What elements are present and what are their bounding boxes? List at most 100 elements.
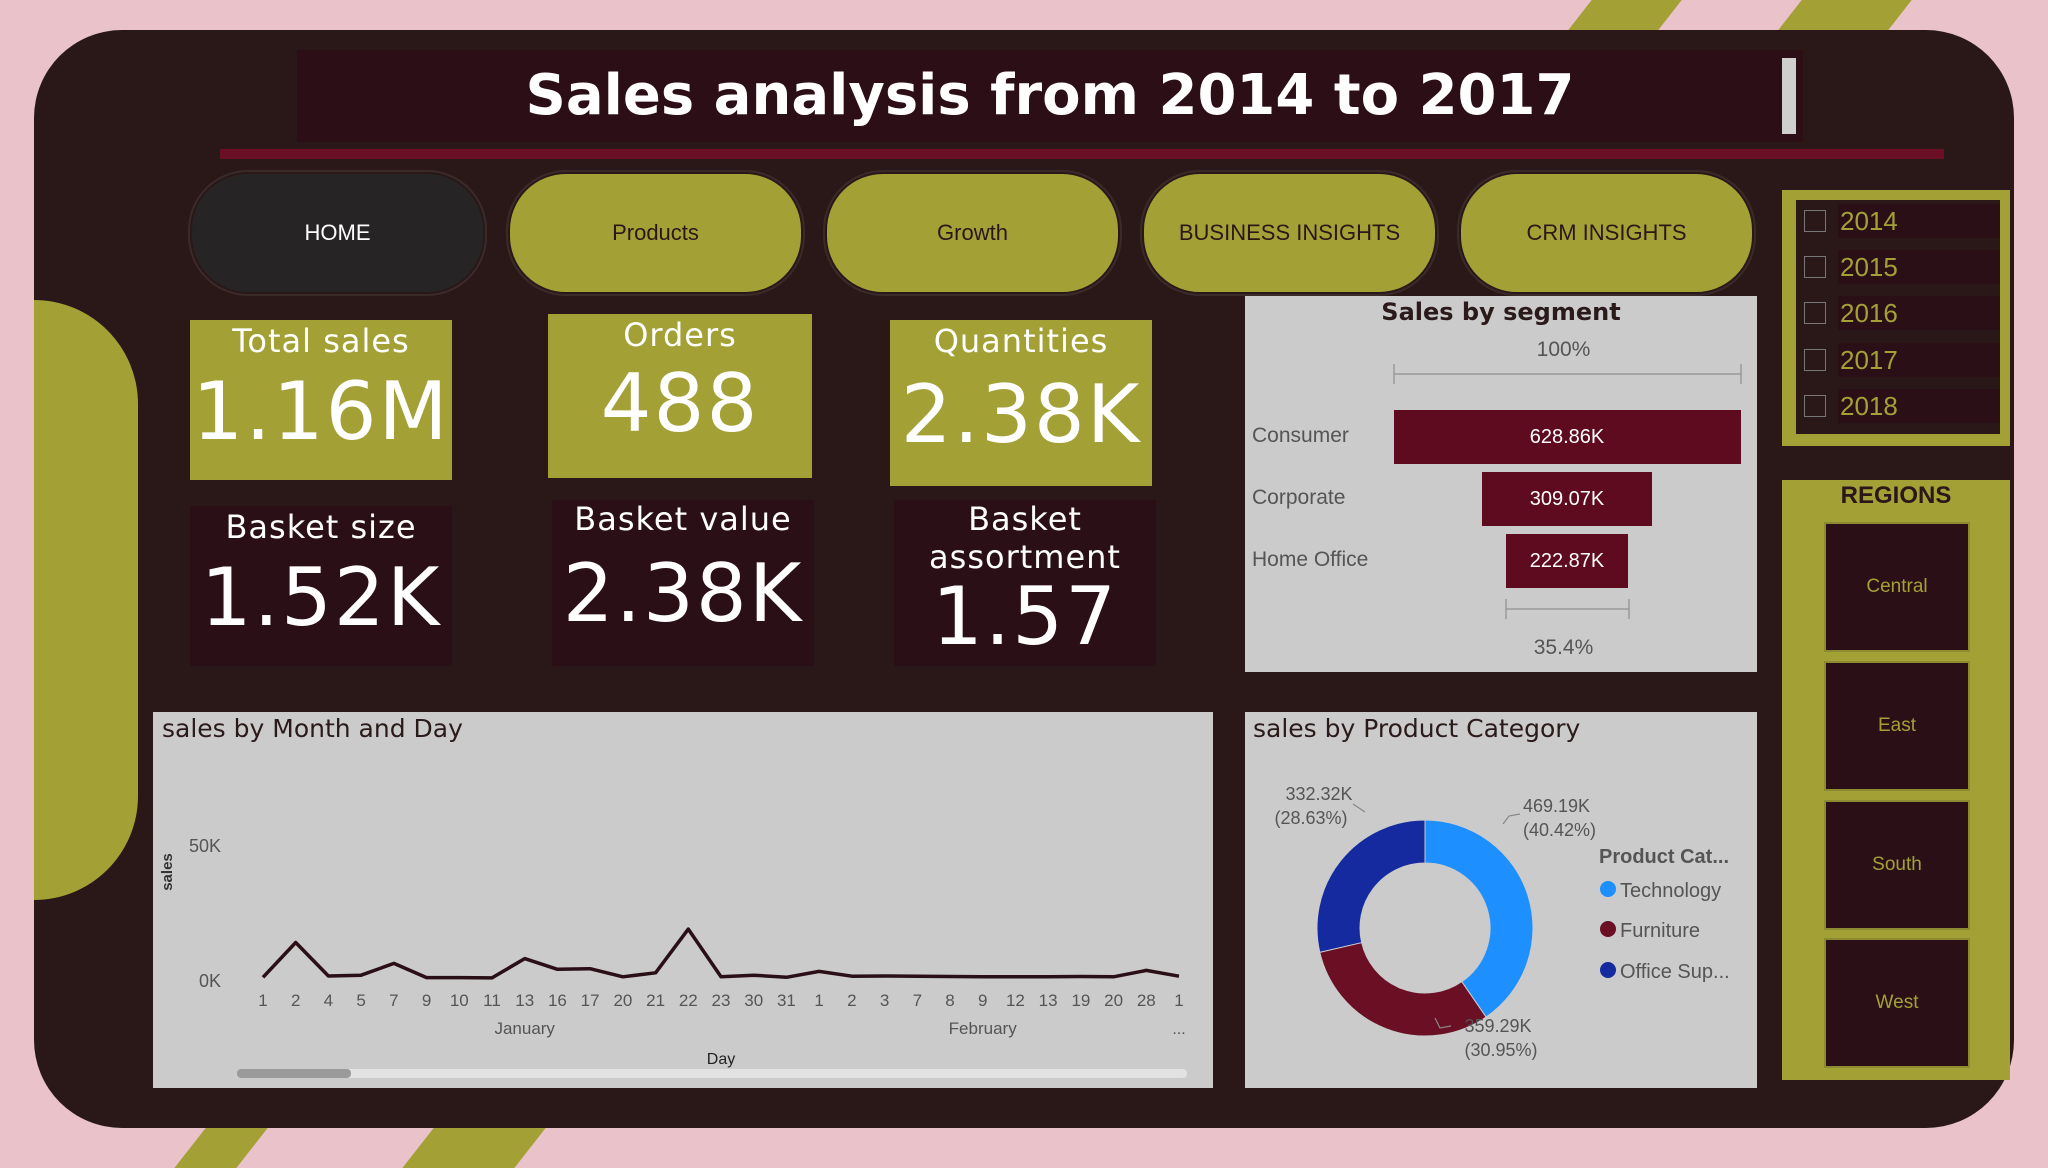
nav-business-insights-button[interactable]: BUSINESS INSIGHTS	[1142, 172, 1437, 294]
line-chart-x-tick: 7	[913, 991, 922, 1010]
region-west-button[interactable]: West	[1824, 938, 1970, 1068]
line-chart-x-tick: 2	[847, 991, 856, 1010]
year-label: 2015	[1838, 250, 2000, 284]
sales-by-segment-panel[interactable]: Sales by segment 100% Consumer Corporate…	[1245, 296, 1757, 672]
year-option-2018[interactable]: 2018	[1800, 389, 2000, 425]
year-checkbox[interactable]	[1804, 256, 1826, 278]
sales-by-product-category-panel[interactable]: sales by Product Category 332.32K (28.63…	[1245, 712, 1757, 1088]
line-chart-x-tick: 22	[679, 991, 698, 1010]
decor-side-curve	[34, 300, 138, 900]
year-label: 2016	[1838, 296, 2000, 330]
line-chart-x-tick: 21	[646, 991, 665, 1010]
line-chart-svg[interactable]: sales 50K 0K Day ... 1 2 4 5 7 9 10 11 13 16 17 20 2…	[153, 712, 1213, 1088]
donut-chart-svg[interactable]: 332.32K (28.63%) 469.19K (40.42%) 359.29…	[1245, 712, 1757, 1088]
donut-slice-office-supplies[interactable]	[1316, 819, 1426, 954]
donut-legend-office[interactable]: Office Sup...	[1620, 961, 1730, 983]
line-chart-x-tick: 13	[1039, 991, 1058, 1010]
donut-slice-furniture[interactable]	[1319, 942, 1487, 1037]
kpi-orders-card: Orders 488	[548, 314, 812, 478]
kpi-orders-label: Orders	[623, 316, 737, 354]
line-chart-x-tick: 13	[515, 991, 534, 1010]
line-chart-x-tick: 20	[613, 991, 632, 1010]
line-chart-y-axis-label: sales	[159, 853, 176, 891]
year-label: 2014	[1838, 204, 2000, 238]
line-chart-x-axis-label: Day	[707, 1051, 735, 1068]
kpi-basket-size-value: 1.52K	[200, 551, 442, 644]
line-chart-scrollbar[interactable]	[237, 1069, 351, 1078]
line-chart-x-tick: 12	[1006, 991, 1025, 1010]
line-series-sales[interactable]	[261, 927, 1180, 980]
line-chart-x-tick: 1	[258, 991, 267, 1010]
line-chart-x-tick: 8	[945, 991, 954, 1010]
kpi-basket-value-label: Basket value	[574, 500, 792, 538]
legend-dot-office	[1600, 962, 1616, 978]
decor-stripe	[1568, 0, 1682, 30]
donut-legend-title: Product Cat...	[1599, 846, 1729, 868]
segment-bar-home-office[interactable]: 222.87K	[1505, 534, 1629, 588]
line-chart-x-tick: 10	[450, 991, 469, 1010]
nav-home-button[interactable]: HOME	[190, 172, 485, 294]
donut-label-office-pct: (28.63%)	[1274, 808, 1347, 828]
decor-stripe	[1778, 0, 1912, 30]
kpi-basket-size-label: Basket size	[225, 508, 417, 546]
year-checkbox[interactable]	[1804, 349, 1826, 371]
kpi-orders-value: 488	[600, 357, 760, 450]
donut-label-furniture-pct: (30.95%)	[1464, 1040, 1537, 1060]
donut-label-technology-value: 469.19K	[1523, 796, 1590, 816]
kpi-basket-value-value: 2.38K	[562, 547, 804, 640]
title-scroll-mark	[1782, 58, 1796, 134]
nav-products-button[interactable]: Products	[508, 172, 803, 294]
year-option-2017[interactable]: 2017	[1800, 343, 2000, 379]
year-option-2016[interactable]: 2016	[1800, 296, 2000, 332]
line-chart-x-tick: 7	[389, 991, 398, 1010]
title-underline	[220, 149, 1944, 159]
line-chart-x-tick: 5	[356, 991, 365, 1010]
region-south-button[interactable]: South	[1824, 800, 1970, 930]
line-chart-x-tick: 28	[1137, 991, 1156, 1010]
kpi-quantities-card: Quantities 2.38K	[890, 320, 1152, 486]
year-checkbox[interactable]	[1804, 210, 1826, 232]
year-option-2015[interactable]: 2015	[1800, 250, 2000, 286]
donut-label-furniture-value: 359.29K	[1464, 1016, 1531, 1036]
segment-label-home-office: Home Office	[1252, 548, 1369, 571]
year-checkbox[interactable]	[1804, 395, 1826, 417]
line-chart-x-tick: 19	[1071, 991, 1090, 1010]
line-chart-x-tick: 23	[712, 991, 731, 1010]
kpi-total-sales-value: 1.16M	[192, 365, 450, 458]
kpi-total-sales-card: Total sales 1.16M	[190, 320, 452, 480]
year-label: 2017	[1838, 343, 2000, 377]
line-chart-x-tick: 16	[548, 991, 567, 1010]
donut-label-technology-pct: (40.42%)	[1523, 820, 1596, 840]
year-checkbox[interactable]	[1804, 302, 1826, 324]
decor-stripe	[402, 1128, 546, 1168]
donut-legend-furniture[interactable]: Furniture	[1620, 920, 1700, 942]
segment-bar-consumer[interactable]: 628.86K	[1393, 410, 1741, 464]
donut-legend-technology[interactable]: Technology	[1620, 880, 1721, 902]
kpi-basket-value-card: Basket value 2.38K	[552, 500, 814, 666]
year-option-2014[interactable]: 2014	[1800, 204, 2000, 240]
region-east-button[interactable]: East	[1824, 661, 1970, 791]
kpi-quantities-label: Quantities	[933, 322, 1109, 360]
line-chart-scroll-track[interactable]	[237, 1069, 1187, 1078]
nav-growth-button[interactable]: Growth	[825, 172, 1120, 294]
sales-by-month-day-panel[interactable]: sales by Month and Day sales 50K 0K Day …	[153, 712, 1213, 1088]
kpi-basket-assortment-card: Basket assortment 1.57	[894, 500, 1156, 666]
line-chart-x-tick: 9	[978, 991, 987, 1010]
kpi-quantities-value: 2.38K	[900, 368, 1142, 461]
line-chart-month-label: January	[494, 1019, 555, 1038]
segment-bar-corporate[interactable]: 309.07K	[1481, 472, 1653, 526]
line-chart-x-tick: 20	[1104, 991, 1123, 1010]
legend-dot-furniture	[1600, 921, 1616, 937]
nav-crm-insights-button[interactable]: CRM INSIGHTS	[1459, 172, 1754, 294]
segment-label-consumer: Consumer	[1252, 424, 1349, 447]
line-chart-more-label: ...	[1172, 1021, 1185, 1038]
donut-slice-technology[interactable]	[1424, 819, 1534, 1018]
region-central-button[interactable]: Central	[1824, 522, 1970, 652]
line-chart-x-tick: 11	[483, 991, 501, 1010]
year-label: 2018	[1838, 389, 2000, 423]
line-chart-y-tick: 50K	[189, 836, 221, 856]
segment-bottom-label: 35.4%	[1533, 636, 1594, 659]
kpi-total-sales-label: Total sales	[232, 322, 410, 360]
line-chart-x-tick: 4	[324, 991, 333, 1010]
line-chart-x-tick: 30	[744, 991, 763, 1010]
